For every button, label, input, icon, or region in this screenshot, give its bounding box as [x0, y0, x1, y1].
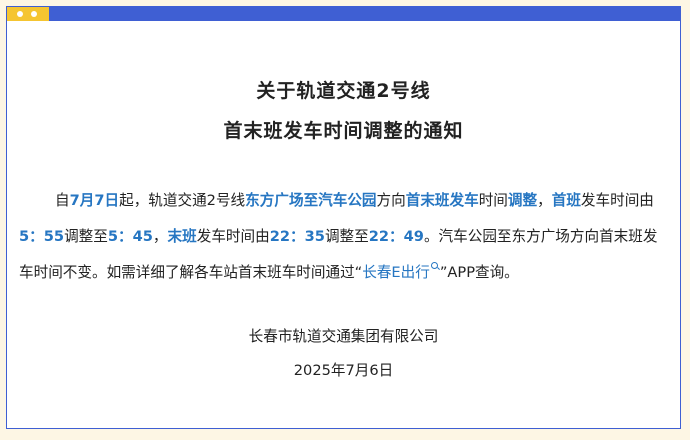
highlight-first-last-departure: 首末班发车	[405, 192, 479, 209]
highlight-last-train-old-time: 22：35	[269, 228, 325, 245]
app-name-link[interactable]: 长春E出行	[362, 264, 430, 281]
highlight-first-train-old-time: 5：55	[19, 228, 65, 245]
body-text-segment: ”APP查询。	[439, 264, 519, 281]
highlight-effective-date: 7月7日	[69, 192, 120, 209]
issue-date: 2025年7月6日	[293, 362, 394, 379]
body-text-segment: 自	[55, 192, 70, 209]
top-accent-bar	[7, 7, 680, 21]
notice-title-line-2: 首末班发车时间调整的通知	[223, 120, 464, 142]
body-text-segment: ，	[152, 228, 168, 245]
notice-title-line-1: 关于轨道交通2号线	[256, 80, 431, 102]
issuing-organization: 长春市轨道交通集团有限公司	[248, 328, 439, 345]
body-text-segment: 时间	[478, 192, 508, 209]
highlight-last-train: 末班	[167, 228, 197, 245]
body-text-segment: 方向	[376, 192, 406, 209]
body-text-segment: 调整至	[324, 228, 369, 245]
body-text-segment: 起，轨道交通2号线	[119, 192, 246, 209]
highlight-first-train: 首班	[551, 192, 581, 209]
highlight-direction: 东方广场至汽车公园	[245, 192, 377, 209]
highlight-adjustment: 调整	[507, 192, 538, 209]
top-accent-yellow-block	[7, 7, 49, 21]
body-text-segment: 发车时间由	[196, 228, 270, 245]
search-icon[interactable]	[430, 262, 440, 271]
notice-card: 关于轨道交通2号线 首末班发车时间调整的通知 自7月7日起，轨道交通2号线东方广…	[6, 6, 681, 429]
body-text-segment: 发车时间由	[580, 192, 654, 209]
decorative-dot	[17, 11, 23, 17]
highlight-first-train-new-time: 5：45	[107, 228, 153, 245]
highlight-last-train-new-time: 22：49	[368, 228, 424, 245]
notice-body: 自7月7日起，轨道交通2号线东方广场至汽车公园方向首末班发车时间调整，首班发车时…	[19, 183, 671, 291]
body-text-segment: 调整至	[64, 228, 108, 245]
decorative-dot	[31, 11, 37, 17]
body-text-segment: ，	[537, 192, 552, 209]
